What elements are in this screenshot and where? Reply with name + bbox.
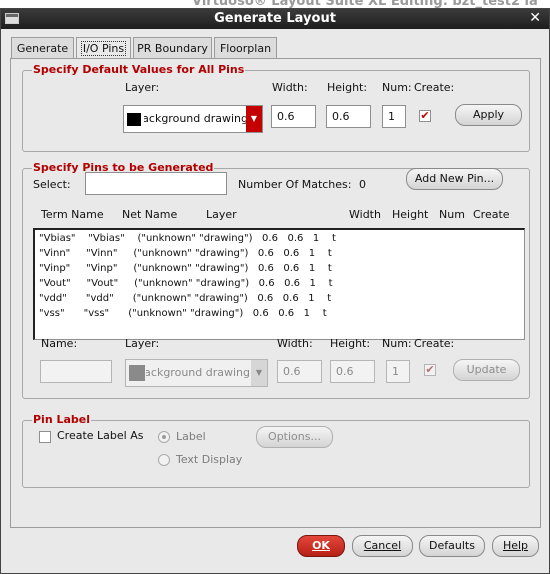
pin-create-label: Create: (414, 337, 455, 350)
default-values-title: Specify Default Values for All Pins (32, 63, 246, 76)
chevron-down-icon[interactable]: ▼ (251, 360, 267, 386)
matches-count: 0 (359, 178, 366, 191)
update-button[interactable]: Update (453, 359, 520, 381)
list-item[interactable]: "vss" "vss" ("unknown" "drawing") 0.6 0.… (39, 308, 327, 319)
pin-num-field[interactable]: 1 (386, 360, 410, 383)
create-label-as-label: Create Label As (57, 429, 144, 442)
ok-button[interactable]: OK (297, 535, 345, 557)
default-height-label: Height: (327, 81, 368, 94)
create-label-checkbox[interactable] (39, 431, 51, 443)
defaults-button[interactable]: Defaults (419, 535, 485, 557)
tab-io-pins[interactable]: I/O Pins (76, 37, 131, 59)
pin-layer-value: background drawing (146, 366, 250, 379)
options-button[interactable]: Options... (256, 426, 333, 448)
pin-height-field[interactable]: 0.6 (330, 360, 375, 383)
generate-layout-dialog: Generate Layout ✕ Generate I/O Pins PR B… (0, 8, 550, 574)
radio-label[interactable] (158, 431, 170, 443)
radio-text-display-text: Text Display (176, 453, 243, 466)
dialog-titlebar[interactable]: Generate Layout ✕ (1, 9, 549, 29)
chevron-down-icon[interactable]: ▼ (246, 106, 262, 132)
column-create[interactable]: Create (473, 208, 510, 221)
column-term-name[interactable]: Term Name (41, 208, 104, 221)
list-item[interactable]: "Vinp" "Vinp" ("unknown" "drawing") 0.6 … (39, 263, 332, 274)
column-height[interactable]: Height (392, 208, 428, 221)
tab-pr-boundary[interactable]: PR Boundary (133, 37, 212, 58)
dialog-title: Generate Layout (214, 11, 336, 26)
default-height-field[interactable]: 0.6 (326, 105, 371, 128)
column-width[interactable]: Width (349, 208, 381, 221)
column-net-name[interactable]: Net Name (122, 208, 177, 221)
radio-text-display[interactable] (158, 454, 170, 466)
tab-generate[interactable]: Generate (11, 37, 74, 58)
default-num-label: Num: (382, 81, 412, 94)
apply-button[interactable]: Apply (455, 104, 522, 126)
column-layer[interactable]: Layer (206, 208, 237, 221)
tab-floorplan[interactable]: Floorplan (214, 37, 277, 58)
default-num-field[interactable]: 1 (382, 105, 406, 128)
layer-swatch (129, 365, 145, 381)
list-item[interactable]: "Vout" "Vout" ("unknown" "drawing") 0.6 … (39, 278, 333, 289)
pin-create-checkbox[interactable]: ✔ (424, 364, 436, 376)
pin-list[interactable]: "Vbias" "Vbias" ("unknown" "drawing") 0.… (33, 228, 525, 340)
add-new-pin-button[interactable]: Add New Pin... (406, 168, 503, 190)
list-item[interactable]: "vdd" "vdd" ("unknown" "drawing") 0.6 0.… (39, 293, 331, 304)
pin-layer-label: Layer: (125, 337, 160, 350)
default-create-checkbox[interactable]: ✔ (419, 110, 431, 122)
pin-name-label: Name: (41, 337, 78, 350)
default-layer-value: background drawing (144, 112, 248, 125)
pin-layer-select[interactable]: background drawing ▼ (125, 359, 268, 387)
select-field[interactable] (85, 172, 227, 195)
help-button[interactable]: Help (492, 535, 539, 557)
default-create-label: Create: (414, 81, 455, 94)
cancel-button[interactable]: Cancel (352, 535, 413, 557)
layer-swatch (127, 113, 141, 126)
default-width-label: Width: (272, 81, 308, 94)
pin-num-label: Num: (382, 337, 412, 350)
pin-height-label: Height: (330, 337, 371, 350)
pin-name-field[interactable] (40, 360, 112, 383)
matches-label: Number Of Matches: (238, 178, 352, 191)
radio-label-text: Label (176, 430, 206, 443)
pin-width-field[interactable]: 0.6 (277, 360, 322, 383)
default-width-field[interactable]: 0.6 (271, 105, 316, 128)
default-layer-label: Layer: (125, 81, 160, 94)
default-layer-select[interactable]: background drawing ▼ (123, 105, 263, 133)
pin-width-label: Width: (277, 337, 313, 350)
close-icon[interactable]: ✕ (529, 10, 541, 26)
pin-label-title: Pin Label (32, 413, 92, 426)
column-num[interactable]: Num (439, 208, 465, 221)
select-label: Select: (33, 178, 71, 191)
list-item[interactable]: "Vinn" "Vinn" ("unknown" "drawing") 0.6 … (39, 248, 332, 259)
list-item[interactable]: "Vbias" "Vbias" ("unknown" "drawing") 0.… (39, 233, 336, 244)
